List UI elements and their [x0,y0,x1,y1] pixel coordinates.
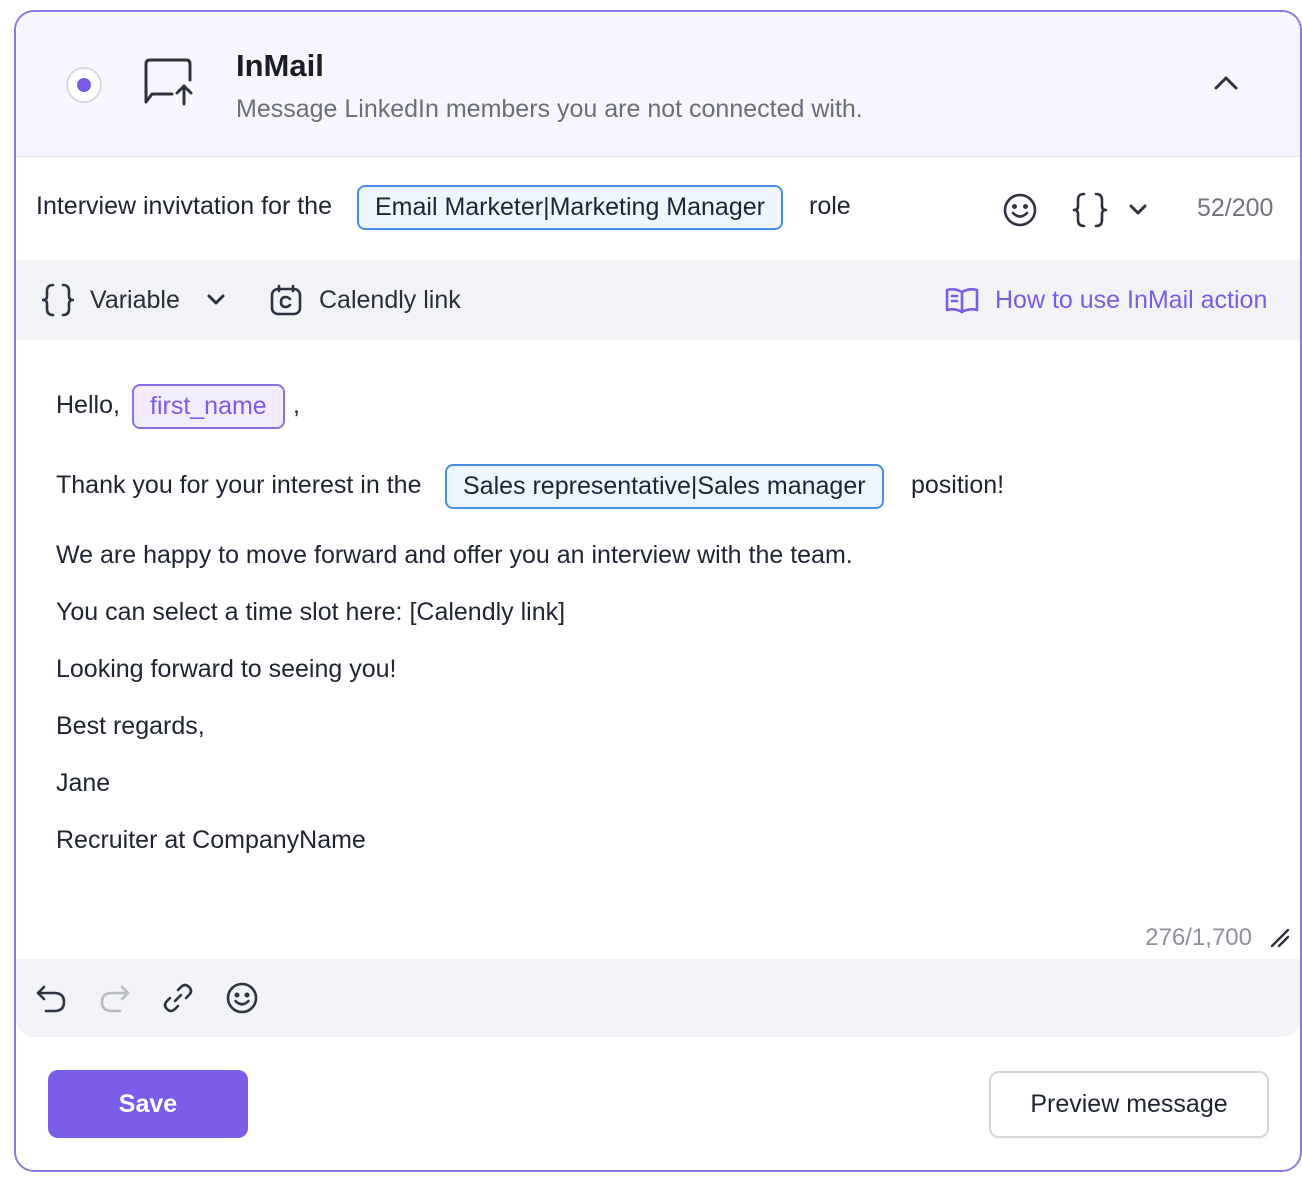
resize-handle-icon[interactable] [1268,926,1290,948]
help-link-label: How to use InMail action [995,285,1268,314]
variable-label: Variable [90,285,180,314]
body-line-4: You can select a time slot here: [Calend… [56,598,566,626]
subject-role-variable[interactable]: Email Marketer|Marketing Manager [357,185,783,230]
variable-dropdown[interactable]: Variable [42,260,226,340]
action-subtitle: Message LinkedIn members you are not con… [236,95,863,123]
preview-message-button[interactable]: Preview message [989,1071,1269,1138]
action-title: InMail [236,48,324,83]
save-button[interactable]: Save [48,1070,248,1138]
message-toolbar: Variable Calendly link How to use InMail… [16,260,1300,340]
body-line-6: Best regards, [56,712,205,740]
emoji-icon[interactable] [225,981,259,1015]
emoji-icon[interactable] [1002,192,1038,228]
calendly-link-button[interactable]: Calendly link [269,260,461,340]
message-send-icon [144,58,193,106]
greeting-text: Hello, [56,391,120,419]
card-header[interactable]: InMail Message LinkedIn members you are … [16,12,1300,157]
chevron-up-icon[interactable] [1212,70,1240,94]
braces-icon [42,283,74,317]
body-line-2-suffix: position! [911,471,1005,499]
subject-prefix: Interview invivtation for the [36,192,332,220]
redo-icon[interactable] [98,981,132,1015]
body-line-3: We are happy to move forward and offer y… [56,541,853,569]
greeting-comma: , [293,391,300,419]
position-variable[interactable]: Sales representative|Sales manager [445,464,884,509]
chevron-down-icon[interactable] [1128,202,1148,218]
subject-row[interactable]: Interview invivtation for the Email Mark… [16,158,1300,261]
first-name-variable[interactable]: first_name [132,384,285,429]
inmail-action-card: InMail Message LinkedIn members you are … [14,10,1302,1172]
subject-char-counter: 52/200 [1197,194,1274,222]
body-line-8: Recruiter at CompanyName [56,826,366,854]
body-line-5: Looking forward to seeing you! [56,655,397,683]
body-line-7: Jane [56,769,111,797]
help-link[interactable]: How to use InMail action [945,260,1267,340]
variable-braces-icon[interactable] [1072,190,1108,230]
calendly-label: Calendly link [319,285,461,314]
chevron-down-icon [207,294,225,305]
undo-icon[interactable] [34,981,68,1015]
calendly-icon [270,284,302,316]
book-icon [945,288,979,314]
link-icon[interactable] [161,981,195,1015]
message-char-counter: 276/1,700 [1145,924,1252,951]
action-radio[interactable] [66,67,102,103]
subject-suffix: role [809,192,851,220]
body-line-2-prefix: Thank you for your interest in the [56,471,422,499]
editor-toolbar [16,959,1300,1037]
